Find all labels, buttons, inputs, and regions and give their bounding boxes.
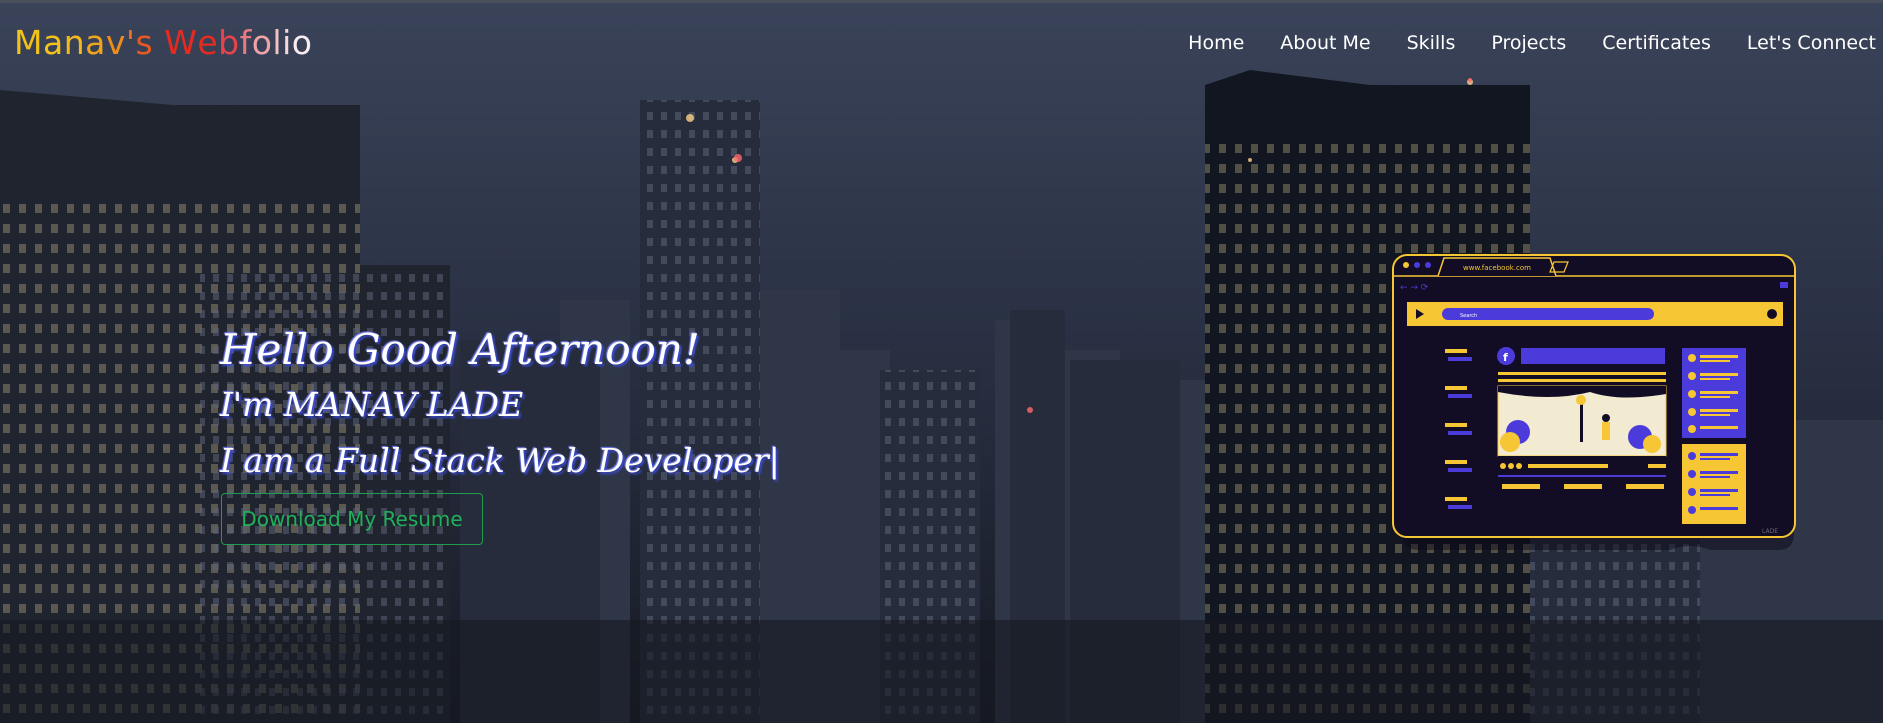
brand-letter: e (197, 23, 219, 62)
navbar: Manav's Webfolio Home About Me Skills Pr… (0, 3, 1883, 79)
browser-illustration-image: www.facebook.com ← → ⟳ Search f LADE (1392, 254, 1796, 550)
web-illustration: www.facebook.com ← → ⟳ Search f LADE (1390, 252, 1800, 552)
nav-link-about[interactable]: About Me (1280, 30, 1370, 56)
hero-text: Hello Good Afternoon! I'm MANAV LADE I a… (220, 322, 780, 489)
download-resume-button[interactable]: Download My Resume (221, 493, 483, 545)
role-text: I am a Full Stack Web Developer (220, 441, 769, 480)
svg-text:← → ⟳: ← → ⟳ (1400, 283, 1429, 293)
nav-links: Home About Me Skills Projects Certificat… (1152, 30, 1876, 56)
brand-letter: M (14, 23, 43, 62)
nav-link-projects[interactable]: Projects (1491, 30, 1566, 56)
nav-link-skills[interactable]: Skills (1407, 30, 1456, 56)
brand-letter: s (135, 23, 154, 62)
typing-cursor: | (768, 441, 780, 480)
nav-link-home[interactable]: Home (1188, 30, 1244, 56)
illustration-search-text: Search (1460, 313, 1477, 319)
name-heading: I'm MANAV LADE (220, 385, 524, 424)
brand-letter (153, 23, 164, 63)
brand-letter: v (105, 23, 126, 62)
brand-letter: o (251, 23, 273, 62)
brand-letter: l (272, 23, 283, 62)
brand-letter: n (63, 23, 86, 62)
brand-letter: f (239, 23, 252, 62)
nav-link-connect[interactable]: Let's Connect (1747, 30, 1876, 56)
brand-letter: a (85, 23, 106, 62)
brand-letter: a (42, 23, 64, 62)
brand-letter: i (282, 23, 292, 62)
brand-letter: W (164, 23, 198, 62)
brand-logo[interactable]: Manav's Webfolio (14, 23, 312, 63)
brand-letter: b (218, 23, 240, 62)
brand-letter: ' (125, 23, 136, 62)
illustration-watermark: LADE (1762, 528, 1778, 535)
svg-text:f: f (1503, 351, 1508, 364)
nav-link-certificates[interactable]: Certificates (1602, 30, 1711, 56)
brand-letter: o (291, 23, 313, 62)
role-typewriter: I am a Full Stack Web Developer| (220, 433, 780, 489)
browser-url: www.facebook.com (1463, 264, 1531, 272)
greeting-heading: Hello Good Afternoon! (220, 325, 700, 374)
